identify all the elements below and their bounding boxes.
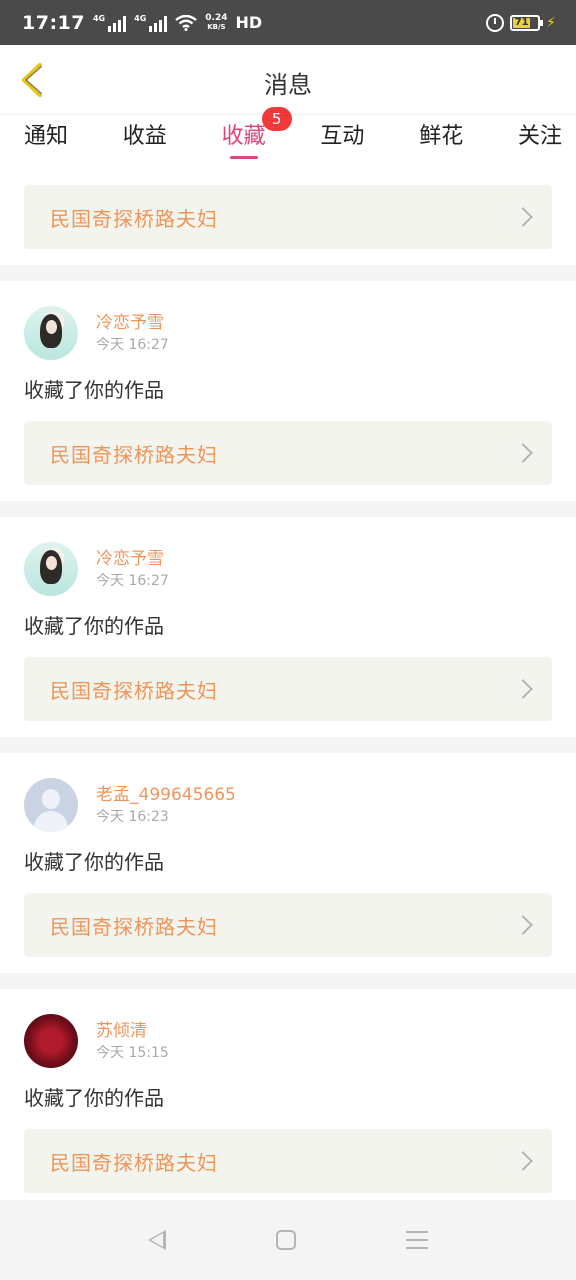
chevron-right-icon	[513, 915, 533, 935]
nav-home-icon[interactable]	[276, 1230, 296, 1250]
tab-flowers[interactable]: 鲜花	[419, 115, 463, 165]
work-title: 民国奇探桥路夫妇	[50, 678, 218, 703]
tab-earnings[interactable]: 收益	[123, 115, 167, 165]
tab-follows[interactable]: 关注	[518, 115, 562, 165]
network-speed: 0.24 KB/S	[205, 12, 228, 31]
favorites-feed: 民国奇探桥路夫妇 冷恋予雪 今天 16:27 收藏了你的作品 民国奇探桥路夫妇 …	[0, 165, 576, 1209]
action-text: 收藏了你的作品	[24, 1086, 164, 1110]
user-name[interactable]: 冷恋予雪	[96, 311, 169, 335]
divider	[0, 737, 576, 753]
chevron-right-icon	[513, 443, 533, 463]
list-item: 民国奇探桥路夫妇	[0, 165, 576, 265]
action-text: 收藏了你的作品	[24, 850, 164, 874]
signal-1-icon: 4G	[93, 14, 127, 32]
battery-icon: 71	[510, 14, 544, 31]
work-card[interactable]: 民国奇探桥路夫妇	[24, 421, 552, 485]
user-name[interactable]: 苏倾清	[96, 1019, 169, 1043]
chevron-right-icon	[513, 207, 533, 227]
list-item: 苏倾清 今天 15:15 收藏了你的作品 民国奇探桥路夫妇	[0, 989, 576, 1209]
status-time: 17:17	[22, 11, 85, 34]
signal-2-icon: 4G	[134, 14, 168, 32]
user-name[interactable]: 冷恋予雪	[96, 547, 169, 571]
wifi-icon	[175, 14, 198, 31]
list-item: 老孟_499645665 今天 16:23 收藏了你的作品 民国奇探桥路夫妇	[0, 753, 576, 973]
work-title: 民国奇探桥路夫妇	[50, 914, 218, 939]
list-item: 冷恋予雪 今天 16:27 收藏了你的作品 民国奇探桥路夫妇	[0, 281, 576, 501]
work-card[interactable]: 民国奇探桥路夫妇	[24, 657, 552, 721]
charging-icon: ⚡	[546, 14, 556, 31]
user-name[interactable]: 老孟_499645665	[96, 783, 236, 807]
divider	[0, 501, 576, 517]
avatar[interactable]	[24, 778, 78, 832]
nav-back-icon[interactable]	[148, 1230, 166, 1250]
avatar[interactable]	[24, 306, 78, 360]
work-title: 民国奇探桥路夫妇	[50, 206, 218, 231]
page-title: 消息	[264, 71, 312, 99]
timestamp: 今天 16:27	[96, 573, 169, 589]
status-bar: 17:17 4G 4G 0.24 KB/S HD 71 ⚡	[0, 0, 576, 45]
divider	[0, 265, 576, 281]
action-text: 收藏了你的作品	[24, 378, 164, 402]
tab-bar: 通知 收益 收藏 5 互动 鲜花 关注	[0, 107, 576, 165]
action-text: 收藏了你的作品	[24, 614, 164, 638]
active-tab-indicator	[229, 156, 258, 159]
work-title: 民国奇探桥路夫妇	[50, 442, 218, 467]
timestamp: 今天 15:15	[96, 1045, 169, 1061]
battery-level: 71	[513, 16, 531, 28]
divider	[0, 973, 576, 989]
work-card[interactable]: 民国奇探桥路夫妇	[24, 893, 552, 957]
tab-notifications[interactable]: 通知	[24, 115, 68, 165]
work-card[interactable]: 民国奇探桥路夫妇	[24, 1129, 552, 1193]
work-card[interactable]: 民国奇探桥路夫妇	[24, 185, 552, 249]
tab-interactions[interactable]: 互动	[320, 115, 364, 165]
chevron-right-icon	[513, 679, 533, 699]
hd-indicator: HD	[235, 13, 263, 32]
work-title: 民国奇探桥路夫妇	[50, 1150, 218, 1175]
chevron-right-icon	[513, 1151, 533, 1171]
list-item: 冷恋予雪 今天 16:27 收藏了你的作品 民国奇探桥路夫妇	[0, 517, 576, 737]
tab-favorites[interactable]: 收藏 5	[222, 107, 292, 165]
avatar[interactable]	[24, 542, 78, 596]
unread-badge: 5	[261, 107, 292, 131]
nav-menu-icon[interactable]	[406, 1231, 428, 1249]
alarm-icon	[486, 13, 505, 32]
header: 消息	[0, 45, 576, 115]
system-nav-bar	[0, 1200, 576, 1280]
timestamp: 今天 16:23	[96, 809, 169, 825]
timestamp: 今天 16:27	[96, 337, 169, 353]
avatar[interactable]	[24, 1014, 78, 1068]
